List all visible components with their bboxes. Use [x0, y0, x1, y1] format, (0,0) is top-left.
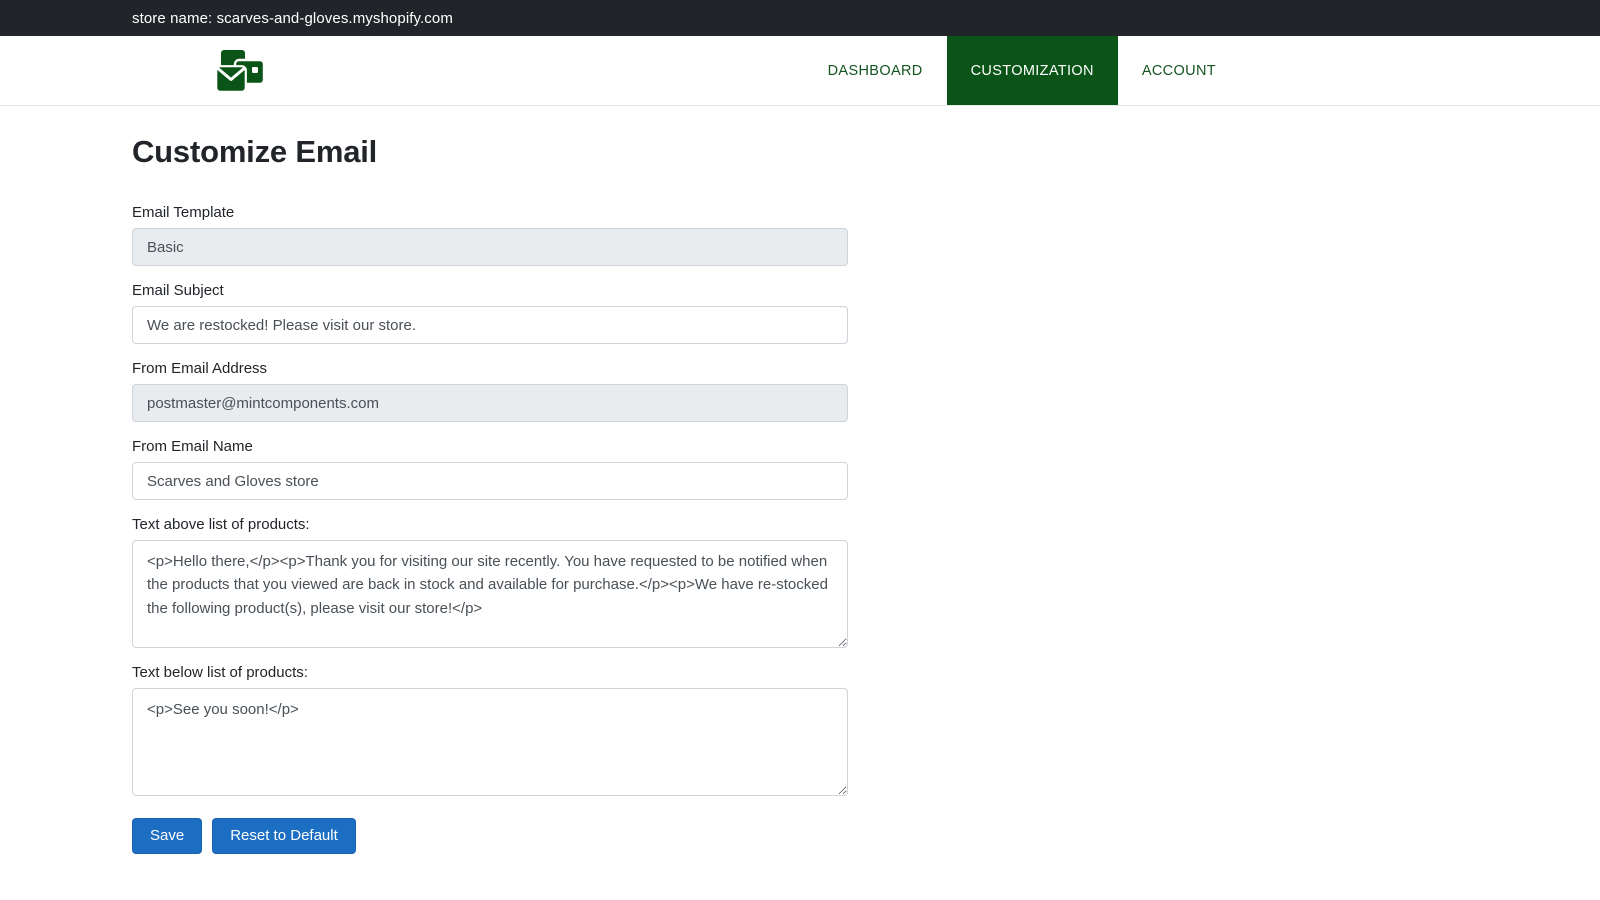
- nav-links: DASHBOARD CUSTOMIZATION ACCOUNT: [804, 36, 1240, 105]
- save-button[interactable]: Save: [132, 818, 203, 854]
- label-email-template: Email Template: [132, 204, 235, 221]
- label-from-email-name: From Email Name: [132, 438, 253, 455]
- nav-link-dashboard[interactable]: DASHBOARD: [804, 36, 947, 105]
- text-below-products-textarea[interactable]: [132, 688, 848, 796]
- label-text-below-products: Text below list of products:: [132, 664, 308, 681]
- field-group-email-template: Email Template: [132, 204, 1600, 266]
- text-above-products-textarea[interactable]: [132, 540, 848, 648]
- email-subject-input[interactable]: [132, 306, 848, 344]
- mail-store-logo-icon: [216, 49, 264, 93]
- field-group-email-subject: Email Subject: [132, 282, 1600, 344]
- from-email-name-input[interactable]: [132, 462, 848, 500]
- reset-to-default-button[interactable]: Reset to Default: [212, 818, 356, 854]
- main-navbar: DASHBOARD CUSTOMIZATION ACCOUNT: [0, 36, 1600, 106]
- label-email-subject: Email Subject: [132, 282, 224, 299]
- field-group-text-above: Text above list of products:: [132, 516, 1600, 648]
- store-name-text: store name: scarves-and-gloves.myshopify…: [132, 9, 453, 27]
- label-text-above-products: Text above list of products:: [132, 516, 310, 533]
- field-group-text-below: Text below list of products:: [132, 664, 1600, 796]
- brand-logo-link[interactable]: [132, 36, 264, 105]
- main-content: Customize Email Email Template Email Sub…: [0, 106, 1600, 854]
- from-email-address-input[interactable]: [132, 384, 848, 422]
- page-title: Customize Email: [132, 134, 378, 169]
- label-from-email-address: From Email Address: [132, 360, 268, 377]
- email-template-input[interactable]: [132, 228, 848, 266]
- store-name-bar: store name: scarves-and-gloves.myshopify…: [0, 0, 1600, 36]
- field-group-from-email-name: From Email Name: [132, 438, 1600, 500]
- form-button-row: Save Reset to Default: [132, 818, 1600, 854]
- nav-link-customization[interactable]: CUSTOMIZATION: [946, 36, 1118, 105]
- nav-link-account[interactable]: ACCOUNT: [1118, 36, 1240, 105]
- field-group-from-email-address: From Email Address: [132, 360, 1600, 422]
